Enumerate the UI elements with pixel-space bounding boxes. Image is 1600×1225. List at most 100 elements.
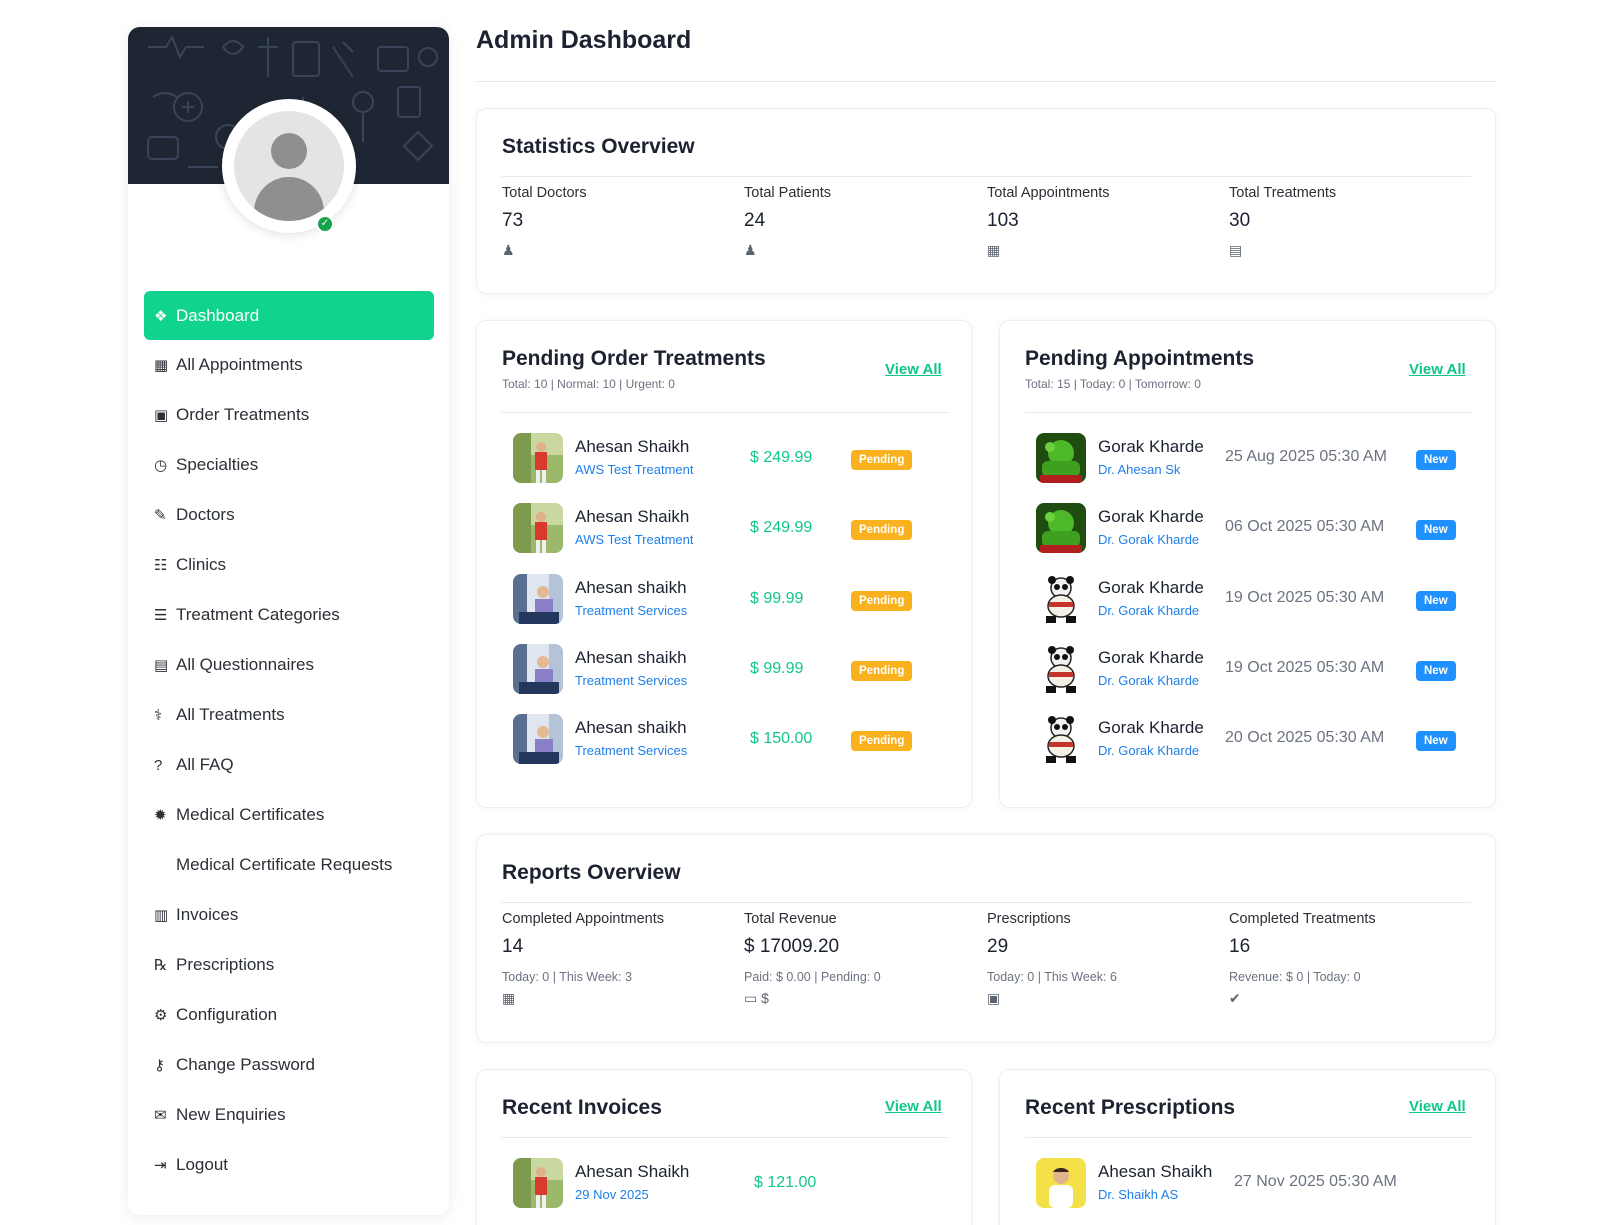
order-row[interactable]: Ahesan Shaikh AWS Test Treatment $ 249.99 P… xyxy=(513,423,953,495)
calendar-icon: ▦ xyxy=(987,242,1001,258)
row-name: Ahesan shaikh xyxy=(575,718,687,738)
stat-label: Total Appointments xyxy=(987,185,1110,201)
appointment-row[interactable]: Gorak Kharde Dr. Gorak Kharde 20 Oct 2025 … xyxy=(1036,704,1476,776)
report-label: Prescriptions xyxy=(987,911,1071,927)
sidebar-item-treatment-categories[interactable]: ☰ Treatment Categories xyxy=(144,590,434,640)
sidebar-item-label: Medical Certificate Requests xyxy=(176,855,393,874)
recent-prescriptions-view-all-link[interactable]: View All xyxy=(1409,1098,1466,1115)
prescription-row[interactable]: Ahesan Shaikh Dr. Shaikh AS 27 Nov 2025 05… xyxy=(1036,1148,1476,1220)
report-meta: Revenue: $ 0 | Today: 0 xyxy=(1229,970,1361,984)
row-name: Ahesan Shaikh xyxy=(1098,1162,1213,1181)
divider xyxy=(1025,412,1472,413)
appointment-row[interactable]: Gorak Kharde Dr. Ahesan Sk 25 Aug 2025 05:… xyxy=(1036,423,1476,495)
order-row[interactable]: Ahesan shaikh Treatment Services $ 99.99 Pe… xyxy=(513,634,953,706)
sidebar-item-order-treatments[interactable]: ▣ Order Treatments xyxy=(144,390,434,440)
reports-overview-card: Reports Overview Completed Appointments 1… xyxy=(476,834,1496,1043)
divider xyxy=(502,1137,948,1138)
row-name: Gorak Kharde xyxy=(1098,437,1204,456)
sidebar-item-prescriptions[interactable]: ℞ Prescriptions xyxy=(144,940,434,990)
recent-prescriptions-card: Recent Prescriptions View All Ahesan Sha… xyxy=(999,1069,1496,1225)
sidebar-item-logout[interactable]: ⇥ Logout xyxy=(144,1140,434,1190)
row-subtitle[interactable]: Treatment Services xyxy=(575,603,687,618)
sidebar-item-label: All Questionnaires xyxy=(176,655,314,674)
row-date: 20 Oct 2025 05:30 AM xyxy=(1225,729,1385,747)
recent-invoices-view-all-link[interactable]: View All xyxy=(885,1098,942,1115)
row-subtitle[interactable]: Dr. Gorak Kharde xyxy=(1098,603,1199,618)
sidebar-item-label: Order Treatments xyxy=(176,405,310,424)
pending-appointments-title: Pending Appointments xyxy=(1025,347,1255,370)
sidebar-item-medical-certificates[interactable]: ✹ Medical Certificates xyxy=(144,790,434,840)
sidebar-item-all-faq[interactable]: ? All FAQ xyxy=(144,740,434,790)
sidebar-item-dashboard[interactable]: ❖ Dashboard xyxy=(144,291,434,340)
pending-appointments-card: Pending Appointments Total: 15 | Today: … xyxy=(999,320,1496,808)
invoice-row[interactable]: Ahesan Shaikh 29 Nov 2025 $ 121.00 xyxy=(513,1148,953,1220)
profile-avatar[interactable] xyxy=(222,99,356,233)
order-row[interactable]: Ahesan shaikh Treatment Services $ 99.99 Pe… xyxy=(513,564,953,636)
sidebar-item-change-password[interactable]: ⚷ Change Password xyxy=(144,1040,434,1090)
clock-icon: ◷ xyxy=(154,457,168,474)
status-badge: New xyxy=(1416,450,1456,470)
pending-orders-view-all-link[interactable]: View All xyxy=(885,361,942,378)
sidebar-item-label: Prescriptions xyxy=(176,955,275,974)
edit-icon: ✎ xyxy=(154,507,167,524)
avatar xyxy=(513,1158,563,1208)
sidebar-item-invoices[interactable]: ▥ Invoices xyxy=(144,890,434,940)
row-subtitle[interactable]: Dr. Shaikh AS xyxy=(1098,1187,1178,1202)
status-badge: New xyxy=(1416,731,1456,752)
doctor-icon: ♟ xyxy=(502,242,515,258)
sidebar-item-label: Clinics xyxy=(176,555,227,574)
row-price: $ 150.00 xyxy=(750,730,813,748)
status-badge: Pending xyxy=(851,731,913,752)
sidebar-item-clinics[interactable]: ☷ Clinics xyxy=(144,540,434,590)
medicine-bottle-icon: ▣ xyxy=(154,407,169,424)
recent-invoices-title: Recent Invoices xyxy=(502,1096,662,1119)
money-icon: ▭ $ xyxy=(744,990,769,1006)
order-row[interactable]: Ahesan Shaikh AWS Test Treatment $ 249.99 P… xyxy=(513,493,953,565)
report-total-revenue: Total Revenue $ 17009.20 Paid: $ 0.00 | Pe… xyxy=(744,911,881,1007)
sidebar-item-doctors[interactable]: ✎ Doctors xyxy=(144,490,434,540)
online-status-check-icon: ✓ xyxy=(316,215,334,233)
sidebar-item-medical-certificate-requests[interactable]: Medical Certificate Requests xyxy=(144,840,434,890)
sidebar-item-configuration[interactable]: ⚙ Configuration xyxy=(144,990,434,1040)
dashboard-icon: ❖ xyxy=(154,307,168,325)
row-name: Gorak Kharde xyxy=(1098,718,1204,738)
order-row[interactable]: Ahesan shaikh Treatment Services $ 150.00 P… xyxy=(513,704,953,776)
row-subtitle[interactable]: Dr. Gorak Kharde xyxy=(1098,743,1199,758)
pending-orders-title: Pending Order Treatments xyxy=(502,347,766,370)
stat-total-treatments: Total Treatments 30 ▤ xyxy=(1229,185,1336,259)
row-subtitle[interactable]: Treatment Services xyxy=(575,673,687,688)
status-badge: New xyxy=(1416,590,1456,611)
row-subtitle[interactable]: Dr. Gorak Kharde xyxy=(1098,673,1199,688)
sidebar-item-all-questionnaires[interactable]: ▤ All Questionnaires xyxy=(144,640,434,690)
sidebar-menu: ❖ Dashboard ▦ All Appointments ▣ Order Treatm… xyxy=(144,291,434,1190)
row-subtitle[interactable]: AWS Test Treatment xyxy=(575,462,694,477)
row-subtitle[interactable]: 29 Nov 2025 xyxy=(575,1187,649,1202)
pending-appointments-view-all-link[interactable]: View All xyxy=(1409,361,1466,378)
status-badge: Pending xyxy=(851,520,913,541)
report-value: 29 xyxy=(987,936,1009,957)
sidebar-item-label: Change Password xyxy=(176,1055,315,1074)
layers-icon: ☰ xyxy=(154,607,168,624)
row-subtitle[interactable]: AWS Test Treatment xyxy=(575,532,694,547)
prescription-icon: ℞ xyxy=(154,957,168,974)
report-value: $ 17009.20 xyxy=(744,936,840,957)
pending-appointments-meta: Total: 15 | Today: 0 | Tomorrow: 0 xyxy=(1025,377,1201,391)
sidebar-item-label: Doctors xyxy=(176,505,235,524)
appointment-row[interactable]: Gorak Kharde Dr. Gorak Kharde 19 Oct 2025 … xyxy=(1036,634,1476,706)
sidebar-item-new-enquiries[interactable]: ✉ New Enquiries xyxy=(144,1090,434,1140)
sidebar-item-all-appointments[interactable]: ▦ All Appointments xyxy=(144,340,434,390)
row-subtitle[interactable]: Treatment Services xyxy=(575,743,687,758)
appointment-row[interactable]: Gorak Kharde Dr. Gorak Kharde 06 Oct 2025 … xyxy=(1036,493,1476,565)
question-icon: ? xyxy=(154,756,163,774)
status-badge: Pending xyxy=(851,590,913,611)
avatar xyxy=(1036,1158,1086,1208)
row-subtitle[interactable]: Dr. Ahesan Sk xyxy=(1098,462,1180,477)
file-icon: ▥ xyxy=(154,907,169,924)
appointment-row[interactable]: Gorak Kharde Dr. Gorak Kharde 19 Oct 2025 … xyxy=(1036,564,1476,636)
row-subtitle[interactable]: Dr. Gorak Kharde xyxy=(1098,532,1199,547)
prescription-bottle-icon: ▣ xyxy=(987,990,1001,1006)
status-badge: Pending xyxy=(851,450,913,470)
sidebar-item-all-treatments[interactable]: ⚕ All Treatments xyxy=(144,690,434,740)
report-value: 14 xyxy=(502,936,524,957)
sidebar-item-specialties[interactable]: ◷ Specialties xyxy=(144,440,434,490)
